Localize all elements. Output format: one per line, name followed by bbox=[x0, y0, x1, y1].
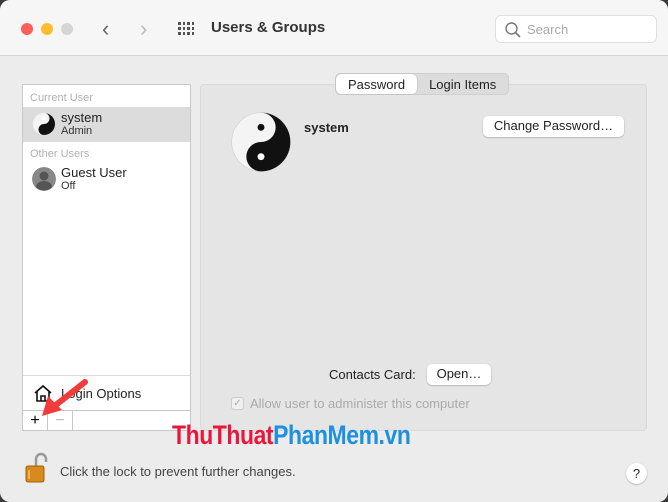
back-chevron-icon[interactable]: ‹ bbox=[102, 16, 109, 42]
show-all-grid-icon[interactable] bbox=[178, 22, 194, 36]
search-input[interactable]: Search bbox=[495, 15, 657, 43]
watermark-part1: ThuThuat bbox=[172, 420, 274, 450]
user-status: Off bbox=[61, 180, 76, 192]
watermark-logo: ThuThuatPhanMem.vn bbox=[172, 420, 411, 451]
contacts-card-label: Contacts Card: bbox=[329, 367, 416, 382]
search-icon bbox=[505, 22, 521, 38]
other-users-header: Other Users bbox=[30, 148, 90, 160]
lock-message: Click the lock to prevent further change… bbox=[60, 464, 296, 479]
window: ‹ › Users & Groups Search Current User s… bbox=[0, 0, 668, 502]
search-placeholder: Search bbox=[527, 22, 569, 37]
help-button[interactable]: ? bbox=[626, 463, 647, 484]
tab-bar: Password Login Items bbox=[335, 73, 510, 95]
minimize-button[interactable] bbox=[41, 23, 53, 35]
watermark-part2: PhanMem.vn bbox=[273, 420, 411, 450]
unlocked-padlock-icon[interactable] bbox=[24, 452, 48, 484]
user-full-name: system bbox=[304, 120, 349, 135]
tab-password[interactable]: Password bbox=[336, 74, 418, 94]
yin-yang-avatar-icon bbox=[33, 113, 55, 135]
user-item-system[interactable]: system Admin bbox=[23, 107, 190, 142]
title-bar: ‹ › Users & Groups Search bbox=[0, 0, 668, 56]
user-name: system bbox=[61, 110, 103, 125]
open-contacts-button[interactable]: Open… bbox=[427, 364, 491, 385]
yin-yang-user-picture-icon[interactable] bbox=[229, 110, 293, 174]
allow-admin-label: Allow user to administer this computer bbox=[250, 396, 470, 411]
current-user-header: Current User bbox=[30, 92, 93, 104]
guest-avatar-icon bbox=[32, 167, 56, 191]
change-password-button[interactable]: Change Password… bbox=[483, 116, 624, 137]
allow-admin-checkbox[interactable]: ✓ bbox=[231, 397, 244, 410]
forward-chevron-icon[interactable]: › bbox=[140, 16, 147, 42]
close-button[interactable] bbox=[21, 23, 33, 35]
window-title: Users & Groups bbox=[211, 19, 326, 36]
user-name: Guest User bbox=[61, 165, 127, 180]
user-role: Admin bbox=[61, 125, 93, 137]
user-item-guest[interactable]: Guest User Off bbox=[23, 162, 190, 197]
tab-login-items[interactable]: Login Items bbox=[417, 74, 508, 94]
red-arrow-annotation bbox=[42, 379, 88, 416]
zoom-button[interactable] bbox=[61, 23, 73, 35]
